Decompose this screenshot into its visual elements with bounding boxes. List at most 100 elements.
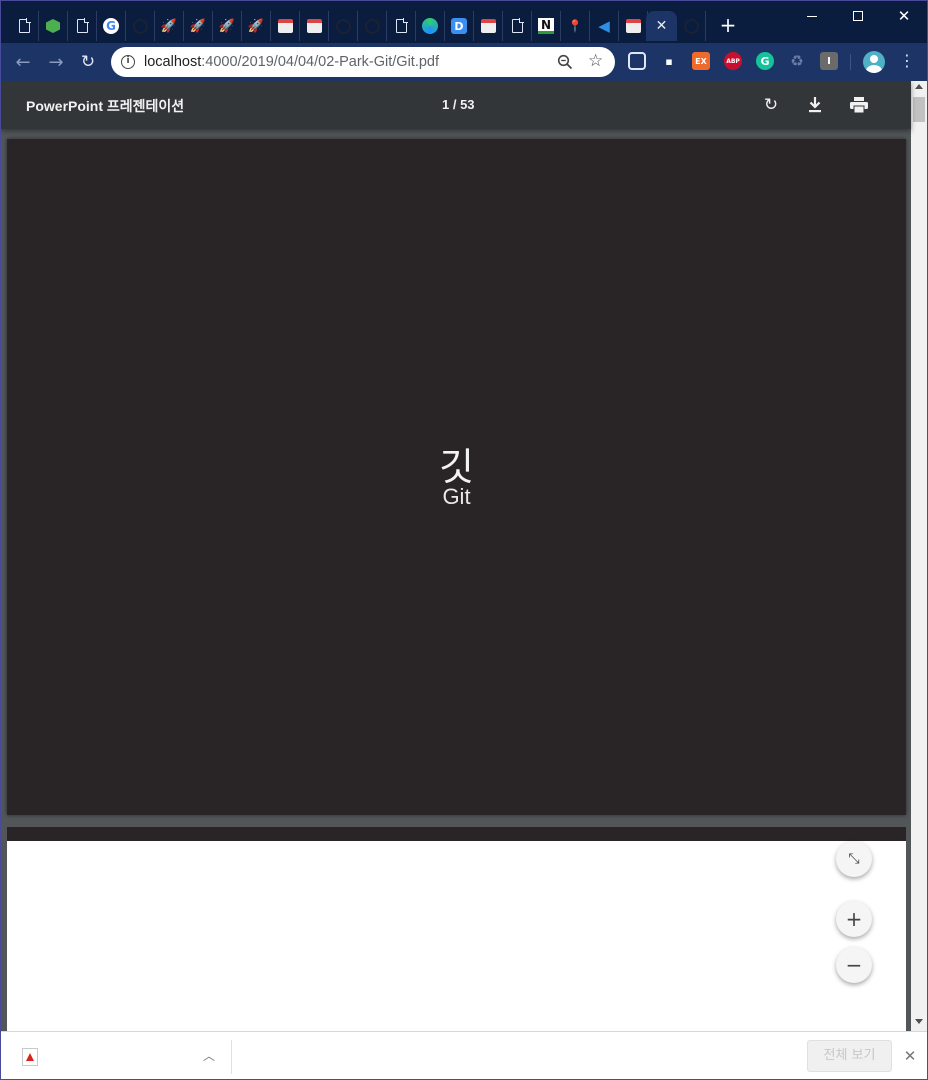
reload-icon: ↻ [80, 52, 96, 72]
extension-icon[interactable] [628, 52, 646, 70]
browser-tab[interactable] [474, 11, 503, 41]
browser-tab[interactable] [10, 11, 39, 41]
browser-tab[interactable]: D [445, 11, 474, 41]
show-all-downloads-button[interactable]: 전체 보기 [807, 1040, 892, 1072]
browser-tab[interactable] [619, 11, 648, 41]
fit-to-page-button[interactable]: ⤡ [836, 841, 872, 877]
plus-icon: + [845, 907, 863, 931]
download-icon [809, 97, 821, 113]
browser-tab[interactable] [416, 11, 445, 41]
menu-dots-icon[interactable]: ⋮ [897, 52, 917, 72]
print-button[interactable] [847, 93, 871, 117]
github-icon [683, 18, 699, 34]
extension-icon[interactable]: EX [692, 52, 710, 70]
close-icon[interactable]: ✕ [654, 18, 670, 34]
cube-icon [45, 18, 61, 34]
browser-tab[interactable]: N [532, 11, 561, 41]
grammarly-icon[interactable]: G [756, 52, 774, 70]
rocket-icon: 🚀 [189, 18, 207, 34]
forward-button[interactable]: → [43, 49, 69, 75]
arrow-right-icon: → [48, 51, 64, 73]
bookmark-star-icon[interactable]: ☆ [588, 51, 603, 71]
pdf-toolbar: PowerPoint 프레젠테이션 1 / 53 ↻ [1, 81, 911, 129]
zoom-out-button[interactable]: − [836, 947, 872, 983]
browser-tab[interactable] [387, 11, 416, 41]
maximize-button[interactable] [835, 1, 881, 31]
calendar-icon [277, 18, 293, 34]
maximize-icon [853, 11, 863, 21]
scroll-down-arrow[interactable] [915, 1019, 923, 1024]
pdf-page: 깃 Git [7, 139, 906, 815]
vscode-icon: ◀ [598, 17, 610, 35]
browser-tab[interactable] [503, 11, 532, 41]
browser-tab[interactable]: 📍 [561, 11, 590, 41]
pdf-viewer: PowerPoint 프레젠테이션 1 / 53 ↻ 깃 Git ⤡ + − [1, 81, 927, 1031]
rocket-icon: 🚀 [218, 18, 236, 34]
browser-tab[interactable] [677, 11, 706, 41]
address-bar[interactable]: i localhost:4000/2019/04/04/02-Park-Git/… [111, 47, 615, 77]
calendar-icon [480, 18, 496, 34]
profile-avatar-icon[interactable] [863, 51, 885, 73]
recycle-icon[interactable]: ♻ [788, 52, 806, 70]
adblock-icon[interactable]: ABP [724, 52, 742, 70]
github-icon [132, 18, 148, 34]
download-divider [231, 1040, 232, 1074]
minus-icon: − [845, 953, 863, 977]
download-button[interactable] [803, 93, 827, 117]
browser-tab[interactable] [39, 11, 68, 41]
page-icon [393, 18, 409, 34]
page-icon [509, 18, 525, 34]
new-tab-button[interactable]: + [717, 15, 739, 37]
page-indicator: 1 / 53 [442, 97, 475, 112]
minimize-button[interactable] [789, 1, 835, 31]
back-button[interactable]: ← [10, 49, 36, 75]
n-icon: N [538, 18, 554, 34]
browser-tab[interactable] [68, 11, 97, 41]
vertical-scrollbar[interactable] [911, 81, 927, 1031]
scroll-up-arrow[interactable] [915, 84, 923, 89]
close-window-icon: ✕ [897, 7, 911, 25]
browser-tab[interactable]: ◀ [590, 11, 619, 41]
scroll-thumb[interactable] [913, 97, 925, 122]
browser-tab[interactable]: ✕ [646, 11, 677, 41]
pdf-file-icon[interactable] [22, 1048, 38, 1066]
reload-button[interactable]: ↻ [75, 49, 101, 75]
google-icon: G [103, 18, 119, 34]
browser-tab[interactable]: 🚀 [155, 11, 184, 41]
url-path: :4000/2019/04/04/02-Park-Git/Git.pdf [201, 54, 440, 70]
chevron-up-icon[interactable]: ︿ [201, 1047, 217, 1063]
fit-page-icon: ⤡ [848, 851, 860, 867]
browser-tab[interactable]: 🚀 [213, 11, 242, 41]
url-text[interactable]: localhost:4000/2019/04/04/02-Park-Git/Gi… [144, 54, 439, 70]
browser-tab[interactable] [126, 11, 155, 41]
page-icon [74, 18, 90, 34]
edge-icon [422, 18, 438, 34]
zoom-in-button[interactable]: + [836, 901, 872, 937]
download-bar: ︿ 전체 보기 ✕ [1, 1031, 927, 1079]
minimize-icon [807, 15, 817, 17]
close-downloads-icon[interactable]: ✕ [901, 1047, 919, 1065]
info-icon[interactable]: i [121, 55, 135, 69]
browser-toolbar: ← → ↻ i localhost:4000/2019/04/04/02-Par… [1, 43, 927, 81]
browser-tab[interactable]: 🚀 [184, 11, 213, 41]
github-icon [335, 18, 351, 34]
tab-strip: G 🚀 🚀 🚀 🚀 D N 📍 ◀ ✕ + ✕ [1, 1, 927, 43]
page-header-band [7, 827, 906, 841]
close-window-button[interactable]: ✕ [881, 1, 927, 31]
browser-tab[interactable] [358, 11, 387, 41]
page-icon [16, 18, 32, 34]
extension-icon[interactable]: ▪ [660, 52, 678, 70]
browser-tab[interactable]: 🚀 [242, 11, 271, 41]
printer-icon [850, 97, 868, 113]
browser-tab[interactable] [271, 11, 300, 41]
browser-tab[interactable] [329, 11, 358, 41]
browser-tab[interactable]: G [97, 11, 126, 41]
browser-window: G 🚀 🚀 🚀 🚀 D N 📍 ◀ ✕ + ✕ ← → ↻ i localhost:4000/2019… [0, 0, 928, 1080]
github-icon [364, 18, 380, 34]
pin-icon: 📍 [567, 19, 583, 33]
browser-tab[interactable] [300, 11, 329, 41]
zoom-icon[interactable] [557, 54, 573, 70]
extension-icon[interactable]: I [820, 52, 838, 70]
rotate-button[interactable]: ↻ [759, 93, 783, 117]
rotate-icon: ↻ [763, 95, 779, 115]
